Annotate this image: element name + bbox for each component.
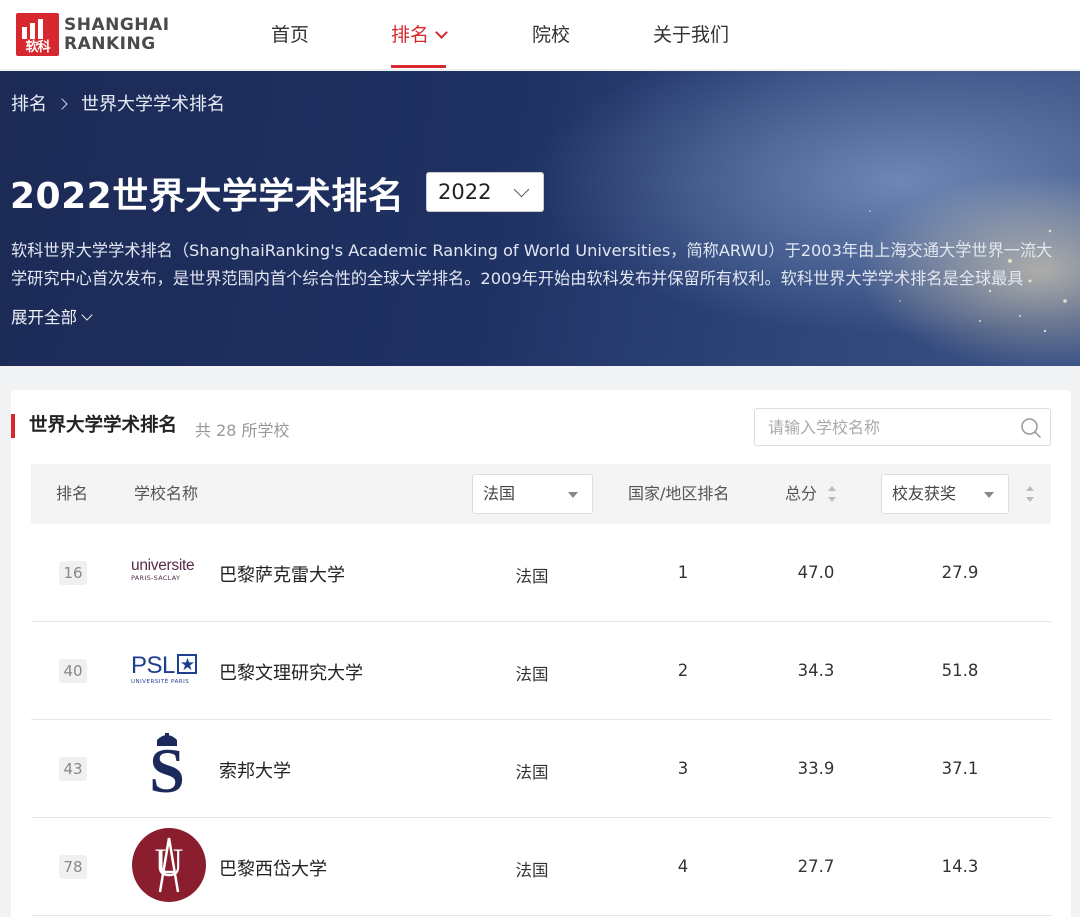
- psl-logo-text: PSL ★: [131, 654, 209, 678]
- score-cell: 47.0: [797, 563, 835, 582]
- university-logo: U: [132, 828, 208, 904]
- logo-text: universite: [131, 557, 195, 574]
- year-select[interactable]: 2022: [426, 172, 544, 212]
- site-logo[interactable]: 软科 SHANGHAI RANKING: [16, 13, 170, 56]
- country-cell: 法国: [515, 567, 549, 586]
- country-cell: 法国: [515, 763, 549, 782]
- rank-badge: 16: [59, 561, 87, 585]
- caret-down-icon: [984, 492, 994, 498]
- indicator-cell: 27.9: [941, 563, 979, 582]
- nav-about[interactable]: 关于我们: [653, 0, 729, 70]
- expand-all-label: 展开全部: [11, 308, 77, 327]
- country-filter-value: 法国: [483, 484, 516, 503]
- nav-about-label: 关于我们: [653, 24, 730, 46]
- logo-cn-text: 软科: [25, 40, 50, 55]
- chevron-right-icon: [56, 98, 68, 110]
- logo-subtext: UNIVERSITÉ PARIS: [131, 679, 190, 685]
- year-select-value: 2022: [438, 180, 492, 204]
- nav-universities[interactable]: 院校: [532, 0, 570, 70]
- header-score[interactable]: 总分: [785, 464, 817, 524]
- search-box[interactable]: [754, 408, 1051, 446]
- description-line: 学研究中心首次发布，是世界范围内首个综合性的全球大学排名。2009年开始由软科发…: [11, 269, 1024, 288]
- country-filter-select[interactable]: 法国: [472, 474, 593, 514]
- country-rank-cell: 4: [677, 857, 689, 876]
- breadcrumb-rankings[interactable]: 排名: [11, 94, 47, 115]
- table-row[interactable]: 16 universite PARIS-SACLAY 巴黎萨克雷大学 法国 1 …: [31, 524, 1051, 622]
- logo-text: S: [149, 735, 185, 806]
- nav-universities-label: 院校: [532, 24, 571, 46]
- chevron-down-icon: [81, 309, 93, 321]
- nav-rankings[interactable]: 排名: [391, 0, 448, 70]
- school-count: 共 28 所学校: [195, 421, 290, 440]
- chevron-down-icon: [513, 181, 530, 198]
- sort-icon[interactable]: [828, 486, 836, 502]
- nav-home-label: 首页: [271, 24, 310, 46]
- chevron-down-icon: [435, 26, 448, 39]
- logo-line2: RANKING: [64, 33, 156, 54]
- search-input[interactable]: [755, 409, 1015, 445]
- search-icon[interactable]: [1020, 417, 1042, 439]
- university-name[interactable]: 索邦大学: [219, 757, 291, 783]
- university-logo: universite PARIS-SACLAY: [131, 557, 209, 583]
- hero-banner: 排名 世界大学学术排名 2022世界大学学术排名 2022 软科世界大学学术排名（…: [0, 71, 1080, 366]
- logo-line1: SHANGHAI: [64, 14, 170, 35]
- score-cell: 27.7: [797, 857, 835, 876]
- logo-subtext: PARIS-SACLAY: [131, 574, 181, 582]
- country-rank-cell: 1: [677, 563, 689, 582]
- sort-icon[interactable]: [1026, 486, 1034, 502]
- description-line: 软科世界大学学术排名（ShanghaiRanking's Academic Ra…: [11, 241, 1053, 260]
- table-header: 排名 学校名称 法国 国家/地区排名 总分 校友获奖: [31, 464, 1051, 524]
- ranking-description: 软科世界大学学术排名（ShanghaiRanking's Academic Ra…: [11, 237, 1073, 293]
- indicator-select-value: 校友获奖: [892, 484, 957, 503]
- table-row[interactable]: 43 S 索邦大学 法国 3 33.9 37.1: [31, 720, 1051, 818]
- header-score-label: 总分: [785, 484, 818, 503]
- top-navigation: 软科 SHANGHAI RANKING 首页 排名 院校 关于我们: [0, 0, 1080, 70]
- country-rank-cell: 2: [677, 661, 689, 680]
- indicator-cell: 14.3: [941, 857, 979, 876]
- table-row[interactable]: 78 U 巴黎西岱大学 法国 4 27.7 14.3: [31, 818, 1051, 916]
- page-title: 2022世界大学学术排名: [10, 176, 405, 217]
- indicator-select[interactable]: 校友获奖: [881, 474, 1009, 514]
- score-cell: 34.3: [797, 661, 835, 680]
- nav-rankings-label: 排名: [391, 24, 430, 46]
- nav-home[interactable]: 首页: [271, 0, 309, 70]
- logo-text: SHANGHAI RANKING: [64, 14, 170, 54]
- country-cell: 法国: [515, 861, 549, 880]
- indicator-cell: 37.1: [941, 759, 979, 778]
- header-rank: 排名: [56, 484, 89, 503]
- country-cell: 法国: [515, 665, 549, 684]
- citeu-logo-circle: U: [132, 828, 206, 902]
- panel-title: 世界大学学术排名: [11, 414, 177, 438]
- ranking-panel: 世界大学学术排名 共 28 所学校 排名 学校名称 法国 国家/地区排名 总分 …: [11, 390, 1071, 917]
- university-name[interactable]: 巴黎西岱大学: [219, 855, 327, 881]
- expand-all-button[interactable]: 展开全部: [11, 304, 93, 328]
- university-name[interactable]: 巴黎文理研究大学: [219, 659, 363, 685]
- breadcrumb: 排名 世界大学学术排名: [11, 90, 225, 116]
- logo-mark: 软科: [16, 13, 59, 56]
- university-logo: S: [141, 730, 193, 810]
- breadcrumb-current: 世界大学学术排名: [81, 94, 225, 115]
- university-logo: PSL ★ UNIVERSITÉ PARIS: [131, 654, 209, 686]
- country-rank-cell: 3: [677, 759, 689, 778]
- logo-text: PSL: [131, 652, 175, 679]
- rank-badge: 78: [59, 855, 87, 879]
- rank-badge: 43: [59, 757, 87, 781]
- university-name[interactable]: 巴黎萨克雷大学: [219, 561, 345, 587]
- header-name: 学校名称: [134, 484, 199, 503]
- table-row[interactable]: 40 PSL ★ UNIVERSITÉ PARIS 巴黎文理研究大学 法国 2 3…: [31, 622, 1051, 720]
- score-cell: 33.9: [797, 759, 835, 778]
- caret-down-icon: [568, 492, 578, 498]
- star-icon: ★: [176, 654, 197, 674]
- indicator-cell: 51.8: [941, 661, 979, 680]
- header-country-rank: 国家/地区排名: [628, 484, 730, 503]
- logo-text: U: [154, 840, 184, 885]
- rank-badge: 40: [59, 659, 87, 683]
